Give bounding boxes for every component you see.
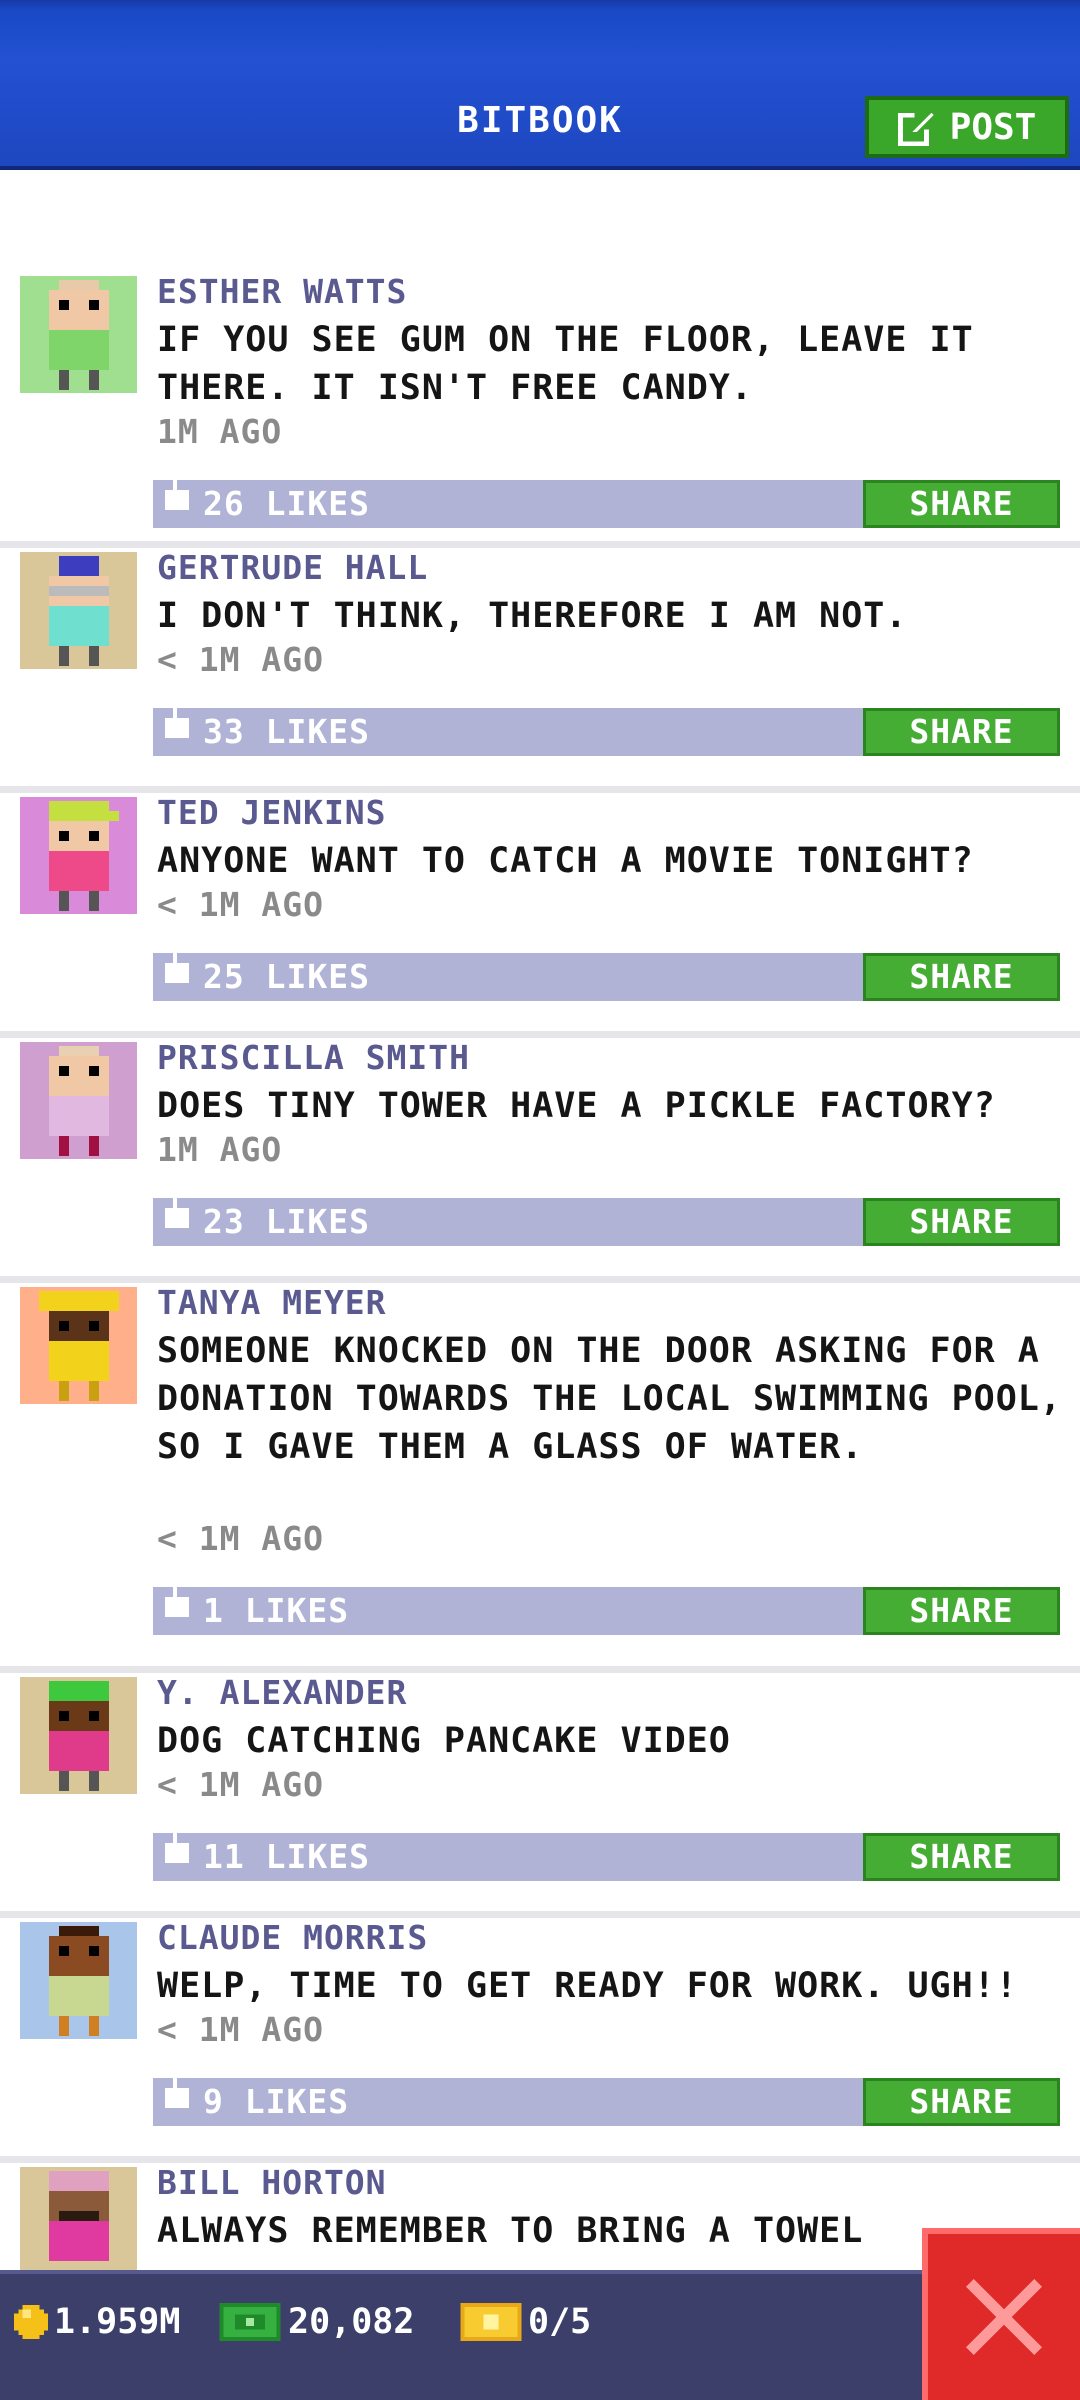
post-message: ANYONE WANT TO CATCH A MOVIE TONIGHT? bbox=[157, 841, 974, 881]
divider bbox=[0, 786, 1080, 793]
likes-count: 1 LIKES bbox=[203, 1591, 350, 1630]
person-icon bbox=[48, 2170, 109, 2261]
person-icon bbox=[38, 1290, 119, 1401]
compose-icon bbox=[897, 110, 934, 146]
post-timestamp: 1M AGO bbox=[157, 412, 283, 451]
share-button[interactable]: SHARE bbox=[863, 953, 1060, 1001]
thumbs-up-icon bbox=[165, 1192, 189, 1228]
thumbs-up-icon bbox=[165, 702, 189, 738]
status-bar: 1.959M 20,082 0/5 bbox=[0, 2270, 1080, 2400]
app-header: BITBOOK POST bbox=[0, 0, 1080, 170]
person-icon bbox=[48, 1925, 109, 2036]
divider bbox=[0, 541, 1080, 548]
share-button[interactable]: SHARE bbox=[863, 1198, 1060, 1246]
divider bbox=[0, 1911, 1080, 1918]
bux-count: 20,082 bbox=[288, 2302, 415, 2342]
post-author[interactable]: TED JENKINS bbox=[157, 793, 387, 833]
likes-count: 33 LIKES bbox=[203, 712, 370, 751]
thumbs-up-icon bbox=[165, 1581, 189, 1617]
avatar bbox=[20, 552, 137, 669]
post-author[interactable]: Y. ALEXANDER bbox=[157, 1673, 407, 1713]
person-icon bbox=[48, 800, 119, 911]
feed-post: PRISCILLA SMITH DOES TINY TOWER HAVE A P… bbox=[0, 1038, 1080, 1283]
post-message: IF YOU SEE GUM ON THE FLOOR, LEAVE IT TH… bbox=[157, 320, 974, 408]
feed-post: TED JENKINS ANYONE WANT TO CATCH A MOVIE… bbox=[0, 793, 1080, 1038]
likes-count: 9 LIKES bbox=[203, 2082, 350, 2121]
coins-count: 1.959M bbox=[54, 2302, 181, 2342]
thumbs-up-icon bbox=[165, 2072, 189, 2108]
divider bbox=[0, 1276, 1080, 1283]
coins-stat: 1.959M bbox=[14, 2302, 180, 2342]
avatar bbox=[20, 276, 137, 393]
tickets-count: 0/5 bbox=[528, 2302, 592, 2342]
likes-count: 26 LIKES bbox=[203, 484, 370, 523]
avatar bbox=[20, 797, 137, 914]
close-button[interactable] bbox=[922, 2228, 1080, 2400]
divider bbox=[0, 1031, 1080, 1038]
avatar bbox=[20, 2167, 137, 2284]
feed-post: CLAUDE MORRIS WELP, TIME TO GET READY FO… bbox=[0, 1918, 1080, 2163]
post-author[interactable]: ESTHER WATTS bbox=[157, 272, 407, 312]
ticket-icon bbox=[460, 2303, 522, 2341]
post-message: SOMEONE KNOCKED ON THE DOOR ASKING FOR A… bbox=[157, 1331, 1062, 1467]
thumbs-up-icon bbox=[165, 1827, 189, 1863]
post-timestamp: < 1M AGO bbox=[157, 885, 324, 924]
share-button[interactable]: SHARE bbox=[863, 2078, 1060, 2126]
post-timestamp: < 1M AGO bbox=[157, 1765, 324, 1804]
post-timestamp: < 1M AGO bbox=[157, 640, 324, 679]
person-icon bbox=[48, 1680, 109, 1791]
coin-icon bbox=[14, 2305, 48, 2339]
likes-count: 11 LIKES bbox=[203, 1837, 370, 1876]
avatar bbox=[20, 1922, 137, 2039]
feed-post: ESTHER WATTS IF YOU SEE GUM ON THE FLOOR… bbox=[0, 272, 1080, 548]
avatar bbox=[20, 1287, 137, 1404]
post-message: DOES TINY TOWER HAVE A PICKLE FACTORY? bbox=[157, 1086, 996, 1126]
post-author[interactable]: GERTRUDE HALL bbox=[157, 548, 428, 588]
person-icon bbox=[48, 555, 109, 666]
avatar bbox=[20, 1677, 137, 1794]
share-button[interactable]: SHARE bbox=[863, 1833, 1060, 1881]
tickets-stat: 0/5 bbox=[460, 2302, 591, 2342]
post-message: I DON'T THINK, THEREFORE I AM NOT. bbox=[157, 596, 908, 636]
person-icon bbox=[48, 1045, 109, 1156]
post-button[interactable]: POST bbox=[865, 96, 1069, 158]
feed-post: Y. ALEXANDER DOG CATCHING PANCAKE VIDEO … bbox=[0, 1673, 1080, 1918]
thumbs-up-icon bbox=[165, 947, 189, 983]
thumbs-up-icon bbox=[165, 474, 189, 510]
feed-post: GERTRUDE HALL I DON'T THINK, THEREFORE I… bbox=[0, 548, 1080, 793]
bux-icon bbox=[219, 2303, 281, 2341]
post-author[interactable]: TANYA MEYER bbox=[157, 1283, 387, 1323]
person-icon bbox=[48, 279, 109, 390]
post-timestamp: 1M AGO bbox=[157, 1130, 283, 1169]
post-button-label: POST bbox=[949, 106, 1037, 148]
share-button[interactable]: SHARE bbox=[863, 480, 1060, 528]
close-icon bbox=[966, 2279, 1042, 2355]
likes-count: 23 LIKES bbox=[203, 1202, 370, 1241]
post-feed[interactable]: ESTHER WATTS IF YOU SEE GUM ON THE FLOOR… bbox=[0, 272, 1080, 2303]
share-button[interactable]: SHARE bbox=[863, 1587, 1060, 1635]
share-button[interactable]: SHARE bbox=[863, 708, 1060, 756]
avatar bbox=[20, 1042, 137, 1159]
bux-stat: 20,082 bbox=[218, 2302, 414, 2342]
post-timestamp: < 1M AGO bbox=[157, 2010, 324, 2049]
post-message: WELP, TIME TO GET READY FOR WORK. UGH!! bbox=[157, 1966, 1018, 2006]
divider bbox=[0, 2156, 1080, 2163]
post-author[interactable]: PRISCILLA SMITH bbox=[157, 1038, 470, 1078]
feed-post: TANYA MEYER SOMEONE KNOCKED ON THE DOOR … bbox=[0, 1283, 1080, 1673]
post-timestamp: < 1M AGO bbox=[157, 1519, 324, 1558]
post-author[interactable]: BILL HORTON bbox=[157, 2163, 387, 2203]
divider bbox=[0, 1666, 1080, 1673]
post-author[interactable]: CLAUDE MORRIS bbox=[157, 1918, 428, 1958]
post-message: DOG CATCHING PANCAKE VIDEO bbox=[157, 1721, 731, 1761]
likes-count: 25 LIKES bbox=[203, 957, 370, 996]
